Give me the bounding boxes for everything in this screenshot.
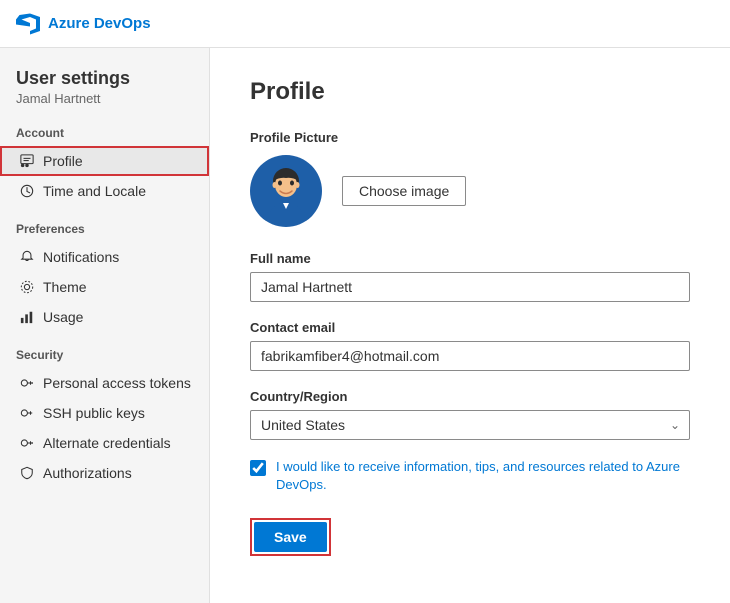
security-section-label: Security bbox=[0, 332, 209, 368]
page-title: Profile bbox=[250, 78, 690, 106]
sidebar-item-authorizations[interactable]: Authorizations bbox=[0, 458, 209, 488]
azure-devops-icon bbox=[16, 12, 40, 36]
sidebar-item-theme[interactable]: Theme bbox=[0, 272, 209, 302]
sidebar-item-usage-label: Usage bbox=[43, 309, 83, 325]
full-name-input[interactable] bbox=[250, 272, 690, 302]
sidebar-header: User settings Jamal Hartnett bbox=[0, 68, 209, 110]
profile-picture-label: Profile Picture bbox=[250, 130, 690, 145]
app-logo[interactable]: Azure DevOps bbox=[16, 12, 151, 36]
token-icon bbox=[19, 375, 35, 391]
profile-picture-row: Choose image bbox=[250, 155, 690, 227]
sidebar-item-personal-access-tokens[interactable]: Personal access tokens bbox=[0, 368, 209, 398]
sidebar-item-notifications-label: Notifications bbox=[43, 249, 119, 265]
country-group: Country/Region United States United King… bbox=[250, 389, 690, 440]
save-button[interactable]: Save bbox=[254, 522, 327, 552]
sidebar-item-ssh-public-keys[interactable]: SSH public keys bbox=[0, 398, 209, 428]
usage-icon bbox=[19, 309, 35, 325]
sidebar-item-notifications[interactable]: Notifications bbox=[0, 242, 209, 272]
sidebar-item-authorizations-label: Authorizations bbox=[43, 465, 132, 481]
contact-email-input[interactable] bbox=[250, 341, 690, 371]
sidebar-item-personal-access-tokens-label: Personal access tokens bbox=[43, 375, 191, 391]
country-select-wrap: United States United Kingdom Canada Aust… bbox=[250, 410, 690, 440]
app-name: Azure DevOps bbox=[48, 15, 151, 32]
notification-icon bbox=[19, 249, 35, 265]
avatar bbox=[250, 155, 322, 227]
profile-icon bbox=[19, 153, 35, 169]
auth-icon bbox=[19, 465, 35, 481]
newsletter-checkbox-row: I would like to receive information, tip… bbox=[250, 458, 690, 494]
sidebar-item-profile-label: Profile bbox=[43, 153, 83, 169]
sidebar-item-time-locale-label: Time and Locale bbox=[43, 183, 146, 199]
sidebar-item-usage[interactable]: Usage bbox=[0, 302, 209, 332]
ssh-icon bbox=[19, 405, 35, 421]
sidebar-item-time-locale[interactable]: Time and Locale bbox=[0, 176, 209, 206]
contact-email-group: Contact email bbox=[250, 320, 690, 371]
country-select[interactable]: United States United Kingdom Canada Aust… bbox=[250, 410, 690, 440]
sidebar-username: Jamal Hartnett bbox=[16, 91, 193, 106]
full-name-label: Full name bbox=[250, 251, 690, 266]
preferences-section-label: Preferences bbox=[0, 206, 209, 242]
clock-icon bbox=[19, 183, 35, 199]
sidebar-item-ssh-public-keys-label: SSH public keys bbox=[43, 405, 145, 421]
contact-email-label: Contact email bbox=[250, 320, 690, 335]
save-button-wrap: Save bbox=[250, 518, 331, 556]
newsletter-checkbox-label[interactable]: I would like to receive information, tip… bbox=[276, 458, 690, 494]
sidebar-item-theme-label: Theme bbox=[43, 279, 87, 295]
content-area: Profile Profile Picture bbox=[210, 48, 730, 603]
sidebar-item-alternate-credentials[interactable]: Alternate credentials bbox=[0, 428, 209, 458]
topbar: Azure DevOps bbox=[0, 0, 730, 48]
sidebar-item-alternate-credentials-label: Alternate credentials bbox=[43, 435, 171, 451]
theme-icon bbox=[19, 279, 35, 295]
sidebar-title: User settings bbox=[16, 68, 193, 89]
credentials-icon bbox=[19, 435, 35, 451]
account-section-label: Account bbox=[0, 110, 209, 146]
newsletter-checkbox[interactable] bbox=[250, 460, 266, 476]
sidebar-item-profile[interactable]: Profile bbox=[0, 146, 209, 176]
sidebar: User settings Jamal Hartnett Account Pro… bbox=[0, 48, 210, 603]
full-name-group: Full name bbox=[250, 251, 690, 302]
main-layout: User settings Jamal Hartnett Account Pro… bbox=[0, 48, 730, 603]
country-label: Country/Region bbox=[250, 389, 690, 404]
choose-image-button[interactable]: Choose image bbox=[342, 176, 466, 206]
